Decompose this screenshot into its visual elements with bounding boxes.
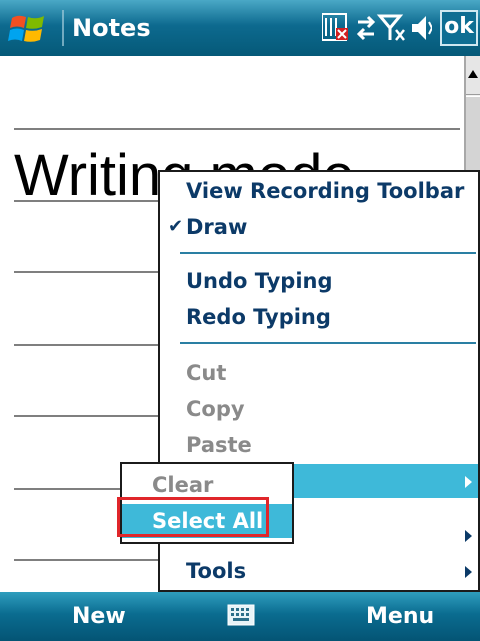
ok-button[interactable]: ok: [440, 10, 478, 46]
menu-separator: [180, 252, 476, 254]
menu-item-label: Paste: [186, 433, 252, 457]
softkey-menu[interactable]: Menu: [366, 604, 434, 629]
menu-separator: [180, 342, 476, 344]
submenu-arrow-icon: [465, 530, 472, 542]
title-bar: Notes ok: [0, 0, 480, 56]
signal-off-icon: [376, 14, 405, 41]
menu-item-tools[interactable]: Tools: [160, 554, 478, 588]
softkey-bar: New Menu: [0, 592, 480, 641]
menu-item-undo-typing[interactable]: Undo Typing: [160, 264, 478, 298]
app-title: Notes: [72, 14, 151, 42]
focus-highlight-box: [117, 497, 269, 537]
sim-missing-icon: [322, 13, 348, 41]
start-menu-icon[interactable]: [8, 12, 50, 46]
menu-item-draw[interactable]: ✔ Draw: [160, 210, 478, 244]
submenu-arrow-icon: [465, 566, 472, 578]
menu-item-copy: Copy: [160, 392, 478, 426]
sync-icon: [356, 15, 376, 41]
menu-item-label: View Recording Toolbar: [186, 179, 465, 203]
menu-item-cut: Cut: [160, 356, 478, 390]
title-divider: [62, 10, 64, 46]
keyboard-icon[interactable]: [227, 604, 255, 626]
menu-item-label: Copy: [186, 397, 245, 421]
menu-item-label: Redo Typing: [186, 305, 331, 329]
menu-item-label: Tools: [186, 559, 247, 583]
scroll-up-button[interactable]: [466, 56, 480, 95]
checkmark-icon: ✔: [168, 216, 184, 237]
menu-item-redo-typing[interactable]: Redo Typing: [160, 300, 478, 334]
menu-item-label: Cut: [186, 361, 227, 385]
submenu-arrow-icon: [465, 476, 472, 488]
volume-icon: [412, 16, 432, 40]
menu-item-view-recording-toolbar[interactable]: View Recording Toolbar: [160, 174, 478, 208]
menu-item-label: Draw: [186, 215, 248, 239]
ruled-line: [14, 128, 460, 130]
status-icons[interactable]: [322, 10, 432, 46]
menu-item-paste: Paste: [160, 428, 478, 462]
softkey-new[interactable]: New: [72, 604, 126, 629]
menu-item-label: Undo Typing: [186, 269, 333, 293]
